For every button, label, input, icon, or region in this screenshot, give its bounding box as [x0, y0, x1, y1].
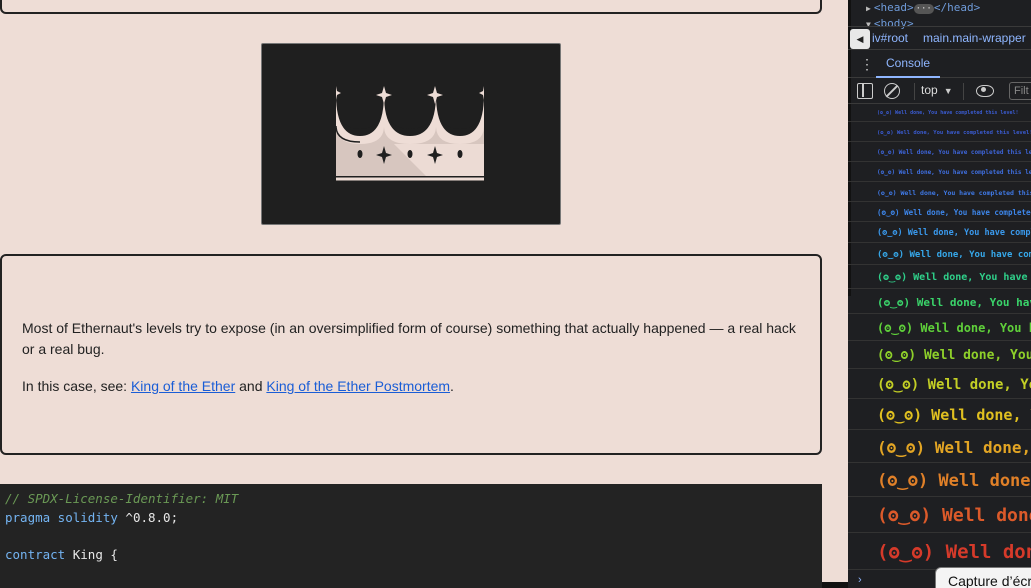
drawer-tabbar: ⋮ Console — [848, 51, 1031, 78]
console-toolbar: top ▼ Filt — [848, 79, 1031, 104]
context-select[interactable]: top ▼ — [914, 83, 964, 100]
contract-code-block: // SPDX-License-Identifier: MIT pragma so… — [0, 484, 822, 588]
ellipsis-badge[interactable]: ··· — [913, 4, 934, 14]
code-token: pragma solidity — [5, 509, 118, 525]
elements-tree: ▶ <head> ··· </head> ▼ <body> — [848, 0, 1031, 30]
console-log-row[interactable]: (ʘ‿ʘ) Well done, You have completed this… — [848, 184, 1031, 202]
console-log-row[interactable]: (ʘ‿ʘ) Well done, You have completed this… — [848, 291, 1031, 314]
dom-node-head[interactable]: ▶ <head> ··· </head> — [866, 1, 980, 14]
filter-input[interactable]: Filt — [1009, 82, 1031, 100]
code-token: King { — [65, 546, 118, 562]
code-token: // SPDX-License-Identifier: MIT — [5, 491, 239, 506]
clear-console-icon[interactable] — [884, 83, 900, 99]
crown-icon — [335, 84, 484, 182]
link-king-of-the-ether-postmortem[interactable]: King of the Ether Postmortem — [266, 378, 450, 394]
code-line: contract King { — [5, 546, 817, 565]
crown-image — [261, 43, 561, 225]
console-log-row[interactable]: (ʘ‿ʘ) Well done, You have completed this… — [848, 124, 1031, 142]
console-log-row[interactable]: (ʘ‿ʘ) Well done, You have completed this… — [848, 465, 1031, 497]
console-log-row[interactable]: (ʘ‿ʘ) Well done, You have completed this… — [848, 245, 1031, 265]
head-close-tag: </head> — [933, 1, 981, 14]
menu-dots-icon[interactable]: ⋮ — [860, 56, 874, 73]
info-p2-suffix: . — [450, 378, 454, 394]
link-king-of-the-ether[interactable]: King of the Ether — [131, 378, 235, 394]
level-page: Most of Ethernaut's levels try to expose… — [0, 0, 848, 588]
expand-triangle-icon[interactable]: ▶ — [866, 4, 871, 13]
code-token: contract — [5, 546, 66, 562]
info-card: Most of Ethernaut's levels try to expose… — [0, 254, 822, 455]
back-arrow-icon[interactable]: ◀ — [850, 29, 870, 49]
info-paragraph-2: In this case, see: King of the Ether and… — [22, 376, 800, 397]
console-log-row[interactable]: (ʘ‿ʘ) Well done, You have completed this… — [848, 224, 1031, 243]
breadcrumb: ◀ iv#root main.main-wrapper — [848, 26, 1031, 50]
screenshot-button[interactable]: Capture d’écran — [935, 567, 1031, 588]
context-select-value: top — [921, 83, 938, 97]
console-log-row[interactable]: (ʘ‿ʘ) Well done, You have completed this… — [848, 316, 1031, 341]
console-log-row[interactable]: (ʘ‿ʘ) Well done, You have completed this… — [848, 267, 1031, 289]
tab-console[interactable]: Console — [876, 51, 941, 78]
head-open-tag: <head> — [873, 1, 914, 14]
console-log-row[interactable]: (ʘ‿ʘ) Well done, You have completed this… — [848, 343, 1031, 369]
console-log-row[interactable]: (ʘ‿ʘ) Well done, You have completed this… — [848, 204, 1031, 222]
scrollbar-corner — [822, 582, 848, 588]
eye-icon[interactable] — [976, 85, 994, 97]
console-log-row[interactable]: (ʘ‿ʘ) Well done, You have completed this… — [848, 401, 1031, 430]
console-messages: (ʘ‿ʘ) Well done, You have completed this… — [848, 104, 1031, 574]
console-log-row[interactable]: (ʘ‿ʘ) Well done, You have completed this… — [848, 371, 1031, 399]
info-paragraph-1: Most of Ethernaut's levels try to expose… — [22, 320, 796, 357]
info-p2-and: and — [235, 378, 267, 394]
console-log-row[interactable]: (ʘ‿ʘ) Well done, You have completed this… — [848, 499, 1031, 533]
code-line: // SPDX-License-Identifier: MIT — [5, 490, 817, 509]
console-log-row[interactable]: (ʘ‿ʘ) Well done, You have completed this… — [848, 164, 1031, 182]
breadcrumb-root[interactable]: iv#root — [872, 31, 908, 45]
info-p2-prefix: In this case, see: — [22, 378, 131, 394]
console-log-row[interactable]: (ʘ‿ʘ) Well done, You have completed this… — [848, 144, 1031, 162]
devtools-panel: ▶ <head> ··· </head> ▼ <body> ◀ iv#root main… — [848, 0, 1031, 588]
code-line: pragma solidity ^0.8.0; — [5, 509, 817, 528]
console-log-row[interactable]: (ʘ‿ʘ) Well done, You have completed this… — [848, 104, 1031, 122]
breadcrumb-main-wrapper[interactable]: main.main-wrapper — [923, 31, 1026, 45]
level-card-top — [0, 0, 822, 14]
console-log-row[interactable]: (ʘ‿ʘ) Well done, You have completed this… — [848, 432, 1031, 463]
code-token: ^0.8.0; — [117, 509, 179, 525]
console-log-row[interactable]: (ʘ‿ʘ) Well done, You have completed this… — [848, 535, 1031, 570]
sidebar-icon[interactable] — [857, 83, 873, 99]
chevron-down-icon: ▼ — [943, 86, 953, 96]
console-prompt-icon[interactable]: › — [858, 574, 862, 586]
